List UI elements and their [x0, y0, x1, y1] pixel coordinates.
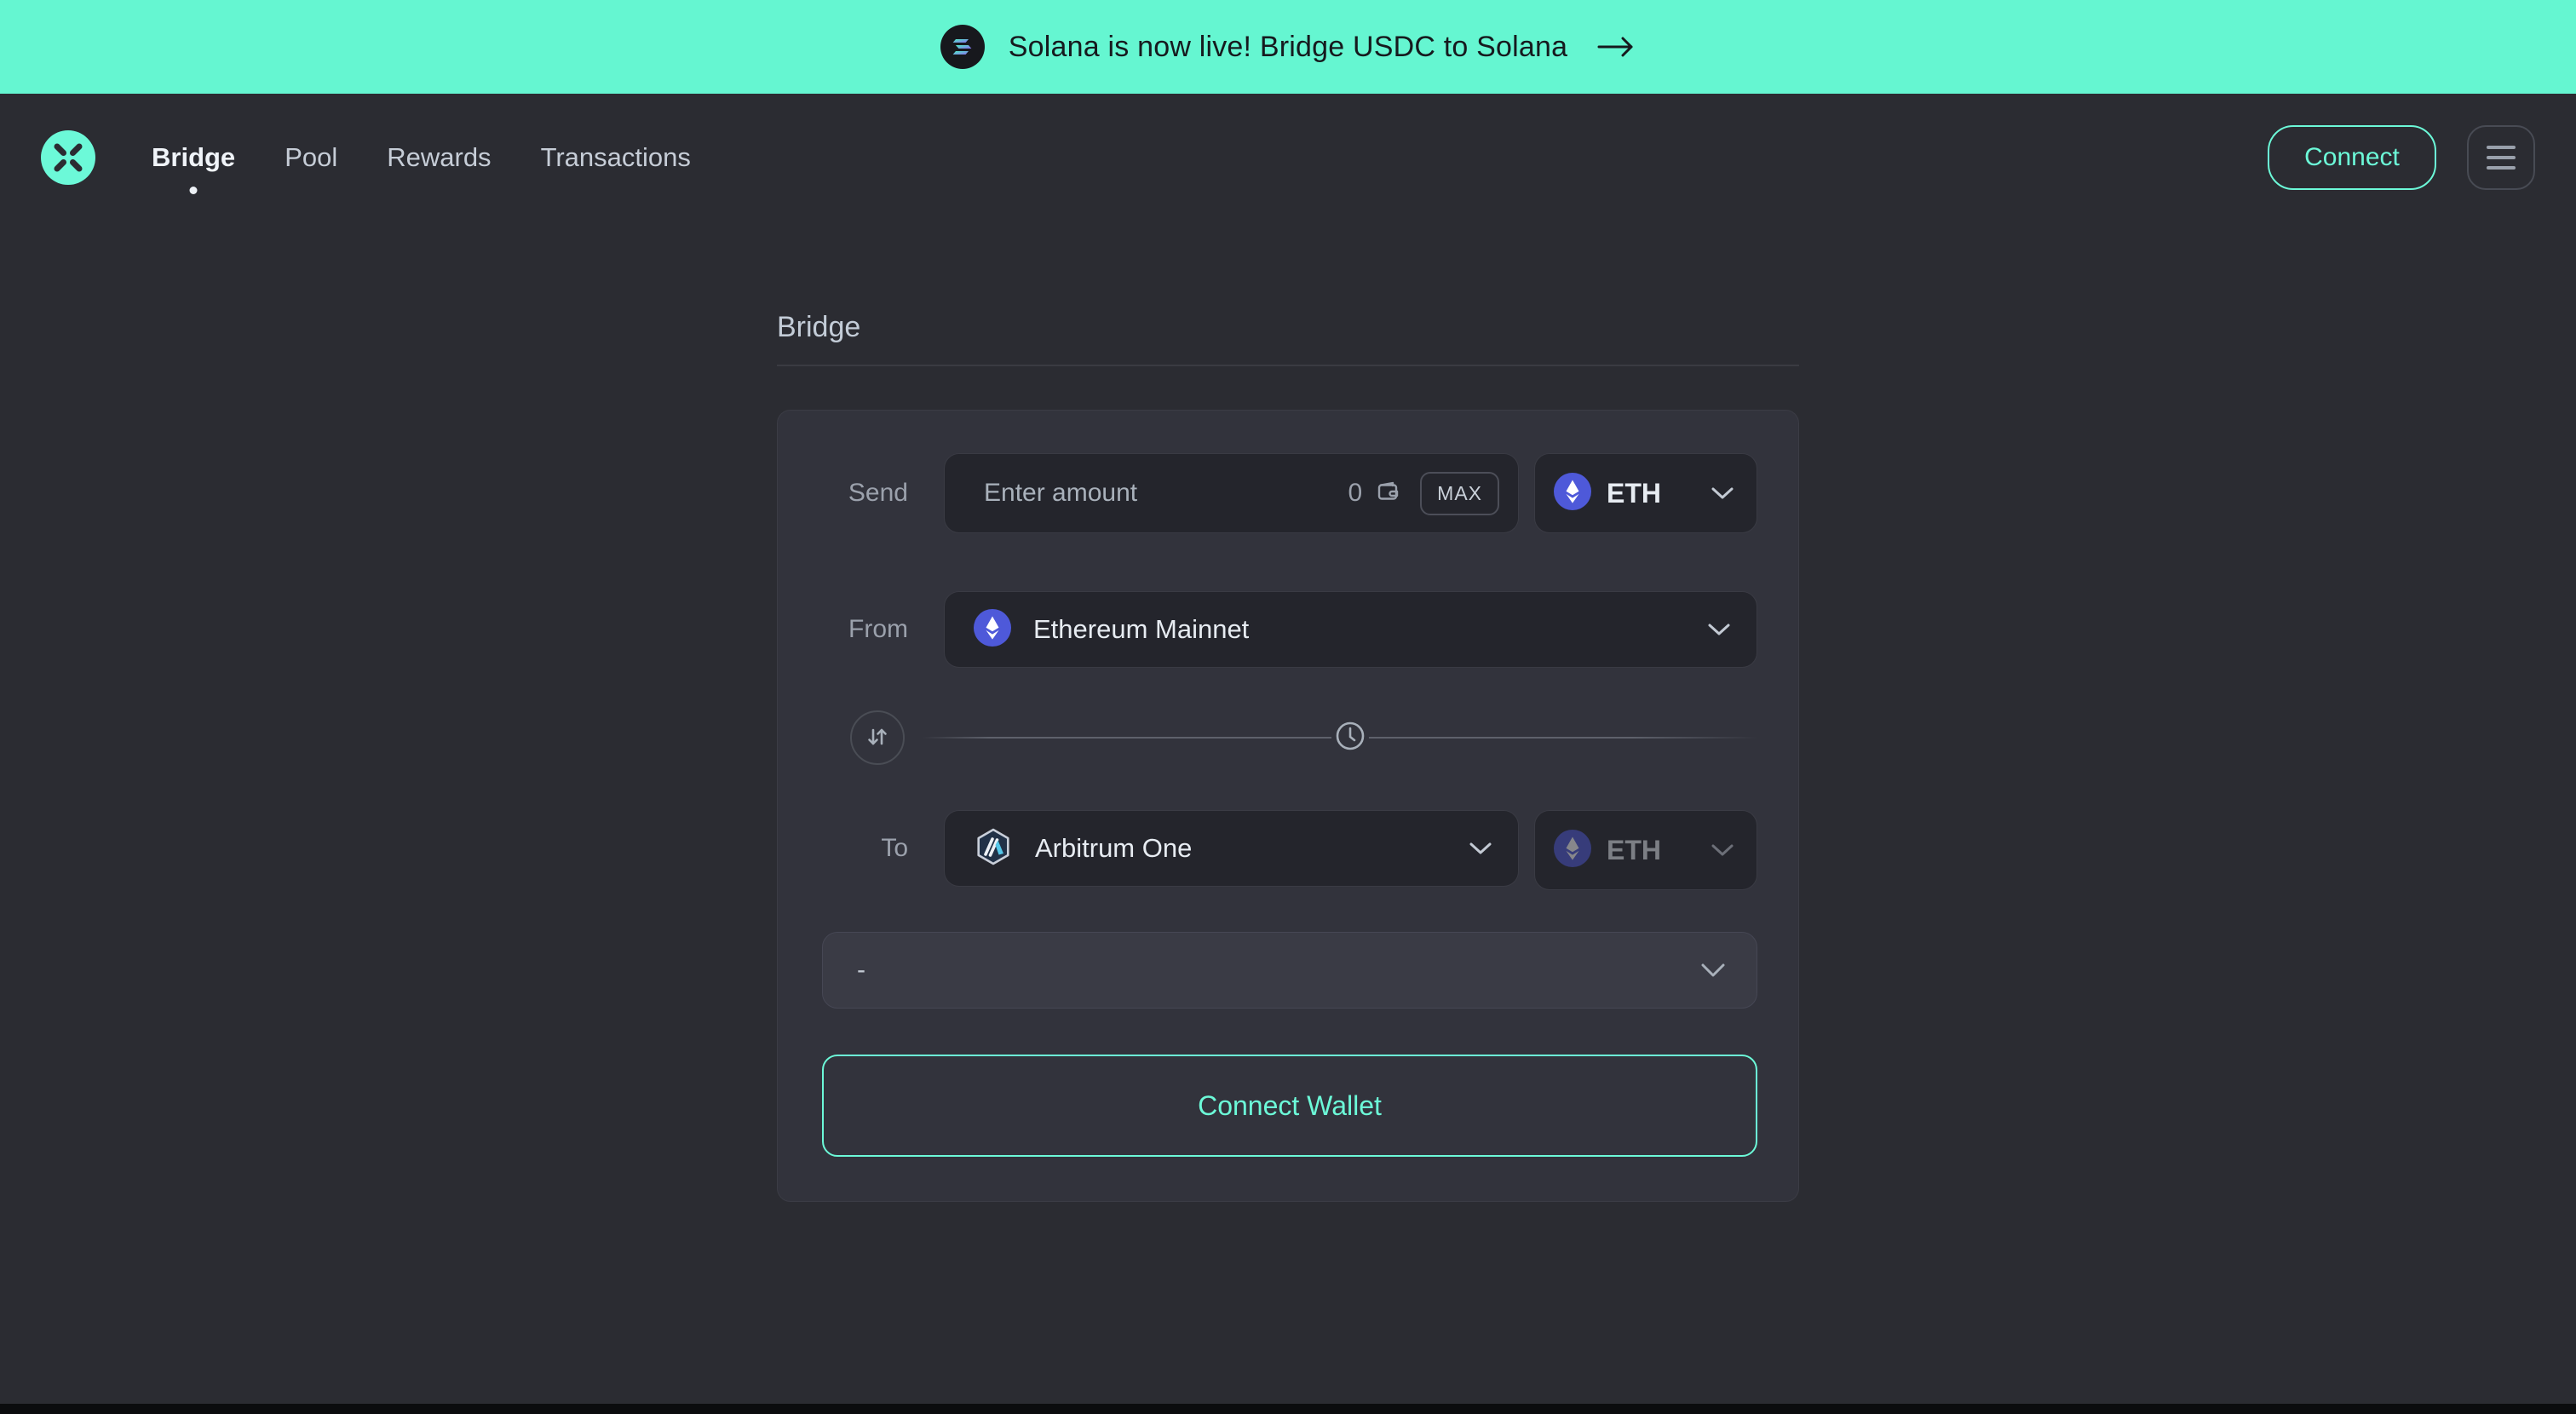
estimated-time-indicator: [1331, 719, 1369, 756]
nav-item-transactions[interactable]: Transactions: [541, 142, 691, 173]
arbitrum-icon: [974, 827, 1013, 871]
nav-item-label: Transactions: [541, 142, 691, 172]
title-divider: [777, 365, 1799, 366]
clock-icon: [1333, 719, 1367, 757]
max-button[interactable]: MAX: [1420, 472, 1499, 515]
from-label: From: [778, 591, 908, 668]
chevron-down-icon: [1711, 486, 1734, 500]
nav-item-label: Bridge: [152, 142, 235, 172]
send-label: Send: [778, 453, 908, 533]
fees-summary-dropdown[interactable]: -: [822, 932, 1757, 1009]
ethereum-icon: [974, 609, 1011, 651]
page-title: Bridge: [777, 311, 1799, 344]
bridge-page: Bridge Send 0 MAX: [777, 311, 1799, 1202]
nav-item-rewards[interactable]: Rewards: [387, 142, 491, 173]
header-right: Connect: [2268, 125, 2535, 190]
solana-icon: [940, 25, 985, 69]
wallet-icon: [1374, 477, 1403, 510]
send-token-selector[interactable]: ETH: [1534, 453, 1757, 533]
swap-arrows-icon: [863, 722, 892, 754]
from-network-name: Ethereum Mainnet: [1033, 614, 1249, 645]
nav-item-label: Pool: [285, 142, 337, 172]
amount-input-container: 0 MAX: [944, 453, 1519, 533]
amount-input[interactable]: [945, 454, 1348, 532]
ethereum-icon: [1554, 473, 1591, 514]
to-label: To: [778, 810, 908, 887]
chevron-down-icon: [1711, 843, 1734, 857]
to-network-selector[interactable]: Arbitrum One: [944, 810, 1519, 887]
from-network-selector[interactable]: Ethereum Mainnet: [944, 591, 1757, 668]
wallet-balance: 0: [1348, 479, 1362, 508]
chevron-down-icon: [1469, 842, 1492, 855]
balance-group[interactable]: 0: [1348, 477, 1403, 510]
main-nav: Bridge Pool Rewards Transactions: [152, 142, 691, 173]
hamburger-menu-icon: [2487, 146, 2516, 149]
swap-chains-button[interactable]: [850, 710, 905, 765]
chevron-down-icon: [1707, 623, 1731, 636]
to-network-name: Arbitrum One: [1035, 833, 1192, 864]
announcement-banner[interactable]: Solana is now live! Bridge USDC to Solan…: [0, 0, 2576, 94]
header: Bridge Pool Rewards Transactions Connect: [0, 94, 2576, 221]
connect-button[interactable]: Connect: [2268, 125, 2436, 190]
receive-token-symbol: ETH: [1607, 835, 1661, 866]
fees-summary-value: -: [857, 956, 865, 985]
send-token-symbol: ETH: [1607, 478, 1661, 509]
hamburger-menu-button[interactable]: [2467, 125, 2535, 190]
banner-text: Solana is now live! Bridge USDC to Solan…: [1009, 31, 1567, 64]
nav-item-label: Rewards: [387, 142, 491, 172]
across-logo-icon[interactable]: [41, 130, 95, 185]
arrow-right-icon: [1596, 36, 1636, 58]
window-bottom-edge: [0, 1404, 2576, 1414]
ethereum-icon: [1554, 830, 1591, 871]
app: Solana is now live! Bridge USDC to Solan…: [0, 0, 2576, 1414]
chevron-down-icon: [1700, 963, 1726, 978]
active-nav-dot: [190, 187, 198, 194]
nav-item-bridge[interactable]: Bridge: [152, 142, 235, 173]
connect-wallet-button[interactable]: Connect Wallet: [822, 1055, 1757, 1157]
receive-token-selector-disabled: ETH: [1534, 810, 1757, 890]
nav-item-pool[interactable]: Pool: [285, 142, 337, 173]
bridge-card: Send 0 MAX: [777, 410, 1799, 1202]
